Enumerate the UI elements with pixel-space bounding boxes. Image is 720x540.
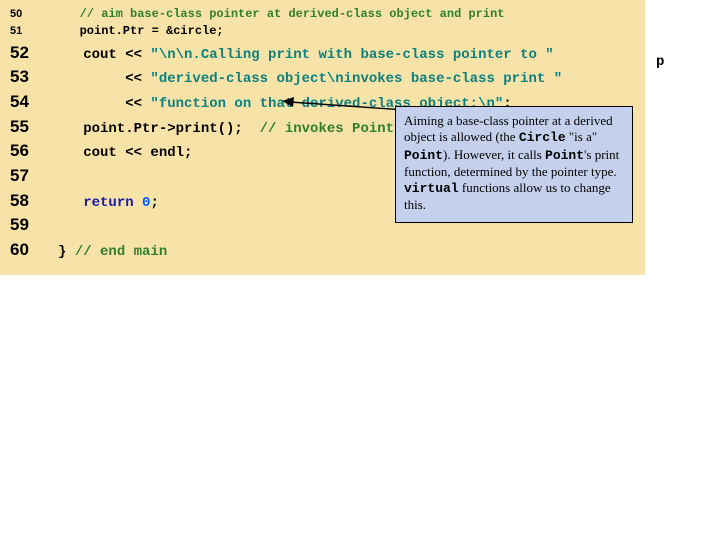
code-text: cout << "\n\n.Calling print with base-cl…: [58, 45, 554, 65]
code-text: cout << endl;: [58, 143, 192, 163]
code-text: } // end main: [58, 242, 167, 262]
callout-text: "is a": [566, 129, 598, 144]
line-number: 60: [0, 238, 58, 263]
callout-code: Point: [545, 148, 584, 163]
code-line-53: 53 << "derived-class object\ninvokes bas…: [0, 65, 645, 90]
code-comment: // aim base-class pointer at derived-cla…: [58, 6, 504, 23]
line-number: 56: [0, 139, 58, 164]
callout-code: Point: [404, 148, 443, 163]
code-text: return 0;: [58, 193, 159, 213]
callout-text: ). However, it calls: [443, 147, 545, 162]
callout-code: virtual: [404, 181, 459, 196]
stray-char: p: [656, 54, 664, 70]
code-text: << "derived-class object\ninvokes base-c…: [58, 69, 562, 89]
code-line-51: 51 point.Ptr = &circle;: [0, 23, 645, 40]
arrow-icon: [280, 96, 410, 116]
callout-box: Aiming a base-class pointer at a derived…: [395, 106, 633, 223]
line-number: 55: [0, 115, 58, 140]
line-number: 57: [0, 164, 58, 189]
line-number: 50: [0, 7, 58, 23]
line-number: 54: [0, 90, 58, 115]
code-line-60: 60 } // end main: [0, 238, 645, 263]
code-line-50: 50 // aim base-class pointer at derived-…: [0, 6, 645, 23]
code-text: point.Ptr = &circle;: [58, 23, 224, 40]
code-line-52: 52 cout << "\n\n.Calling print with base…: [0, 41, 645, 66]
callout-code: Circle: [519, 130, 566, 145]
line-number: 58: [0, 189, 58, 214]
line-number: 51: [0, 24, 58, 40]
line-number: 52: [0, 41, 58, 66]
line-number: 59: [0, 213, 58, 238]
line-number: 53: [0, 65, 58, 90]
